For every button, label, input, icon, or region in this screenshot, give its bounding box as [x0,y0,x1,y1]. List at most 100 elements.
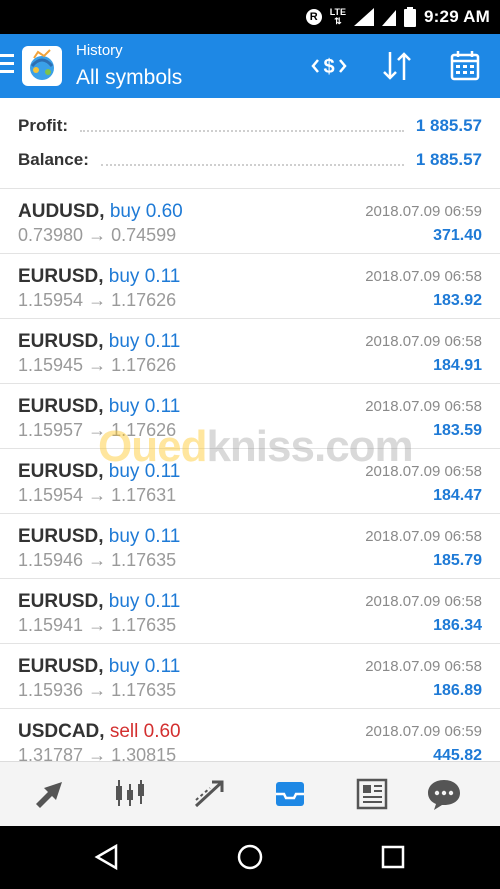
system-navigation-bar [0,826,500,889]
trade-row[interactable]: EURUSD, buy 0.11 1.15945 → 1.17626 2018.07… [0,319,500,384]
trade-symbol: EURUSD, buy 0.11 [18,526,181,547]
trade-symbol: EURUSD, buy 0.11 [18,396,181,417]
symbol-name: EURUSD [18,591,99,612]
trade-row[interactable]: EURUSD, buy 0.11 1.15946 → 1.17635 2018.07… [0,514,500,579]
trade-symbol: EURUSD, buy 0.11 [18,591,181,612]
close-price: 1.17635 [111,615,177,635]
app-logo[interactable] [22,46,62,86]
trade-side: buy 0.11 [108,526,181,547]
arrow-right-icon: → [83,680,112,700]
nav-quotes[interactable] [30,774,70,814]
arrow-right-icon: → [83,550,112,570]
balance-value: 1 885.57 [415,150,482,169]
trade-date: 2018.07.09 06:58 [365,658,482,675]
lte-indicator: LTE ⇅ [329,7,347,26]
watermark: Ouedkniss.com [98,422,414,471]
trade-side: buy 0.11 [108,591,181,612]
calendar-icon [450,51,480,81]
trade-prices: 1.15945 → 1.17626 [18,355,176,376]
trade-symbol: EURUSD, buy 0.11 [18,656,181,677]
open-price: 0.73980 [18,225,84,245]
currency-filter-button[interactable]: $ [310,48,348,84]
trade-symbol: EURUSD, buy 0.11 [18,331,181,352]
lte-signal-icon [354,8,375,26]
trade-date: 2018.07.09 06:58 [365,333,482,350]
trade-date: 2018.07.09 06:58 [365,593,482,610]
app-logo-icon [30,49,54,80]
leader-dots [100,164,404,166]
profit-value: 1 885.57 [415,116,482,135]
trade-profit: 184.91 [433,357,482,374]
open-price: 1.15946 [18,550,84,570]
symbol-name: EURUSD [18,396,99,417]
home-icon [237,844,263,870]
symbol-name: USDCAD [18,721,100,742]
trade-row[interactable]: AUDUSD, buy 0.60 0.73980 → 0.74599 2018.07… [0,189,500,254]
trade-profit: 183.59 [433,422,482,439]
close-price: 1.17635 [111,550,177,570]
symbol-name: EURUSD [18,526,99,547]
trade-history-list: AUDUSD, buy 0.60 0.73980 → 0.74599 2018.07… [0,189,500,774]
arrow-right-icon: → [83,615,112,635]
currency-filter-icon: $ [311,56,347,78]
trade-date: 2018.07.09 06:58 [365,528,482,545]
header-title[interactable]: All symbols [76,66,182,90]
trade-symbol: AUDUSD, buy 0.60 [18,201,183,222]
balance-label: Balance: [18,150,89,169]
profit-row: Profit: 1 885.57 [18,112,482,140]
close-price: 0.74599 [111,225,177,245]
trade-profit: 184.47 [433,487,482,504]
arrow-right-icon: → [83,225,112,245]
home-button[interactable] [235,842,265,872]
nav-trade[interactable] [190,774,230,814]
recents-button[interactable] [378,842,408,872]
trade-profit: 371.40 [433,227,482,244]
news-icon [356,778,388,810]
arrow-right-icon: → [83,290,112,310]
sort-button[interactable] [378,48,416,84]
trade-prices: 1.15954 → 1.17631 [18,485,176,506]
trade-profit: 185.79 [433,552,482,569]
trade-row[interactable]: EURUSD, buy 0.11 1.15936 → 1.17635 2018.07… [0,644,500,709]
trade-symbol: EURUSD, buy 0.11 [18,266,181,287]
trade-profit: 186.89 [433,682,482,699]
chart-icon [116,780,144,806]
trade-prices: 1.15954 → 1.17626 [18,290,176,311]
close-price: 1.17626 [111,290,177,310]
trade-date: 2018.07.09 06:58 [365,398,482,415]
trade-prices: 1.15941 → 1.17635 [18,615,176,636]
symbol-name: EURUSD [18,331,99,352]
leader-dots [80,130,404,132]
trade-icon [194,780,224,808]
trade-row[interactable]: EURUSD, buy 0.11 1.15954 → 1.17626 2018.07… [0,254,500,319]
open-price: 1.15945 [18,355,84,375]
trade-side: buy 0.60 [109,201,183,222]
nav-news[interactable] [352,774,392,814]
quotes-icon [36,782,62,808]
nav-chat[interactable] [424,774,464,814]
trade-date: 2018.07.09 06:59 [365,723,482,740]
menu-icon[interactable] [0,54,14,76]
nav-chart[interactable] [110,774,150,814]
symbol-name: EURUSD [18,656,99,677]
status-icons: R LTE ⇅ 9:29 AM [305,0,490,34]
header-subtitle: History [76,42,123,59]
trade-row[interactable]: EURUSD, buy 0.11 1.15941 → 1.17635 2018.07… [0,579,500,644]
signal-icon [382,10,397,26]
balance-row: Balance: 1 885.57 [18,146,482,174]
trade-date: 2018.07.09 06:59 [365,203,482,220]
back-button[interactable] [92,842,122,872]
trade-prices: 1.15936 → 1.17635 [18,680,176,701]
calendar-button[interactable] [446,48,484,84]
back-icon [94,843,118,871]
arrow-right-icon: → [83,355,112,375]
history-icon [276,782,304,806]
trade-profit: 183.92 [433,292,482,309]
close-price: 1.17631 [111,485,177,505]
trade-prices: 0.73980 → 0.74599 [18,225,176,246]
close-price: 1.17626 [111,355,177,375]
symbol-name: EURUSD [18,461,99,482]
nav-history[interactable] [270,774,310,814]
symbol-name: EURUSD [18,266,99,287]
trade-date: 2018.07.09 06:58 [365,268,482,285]
